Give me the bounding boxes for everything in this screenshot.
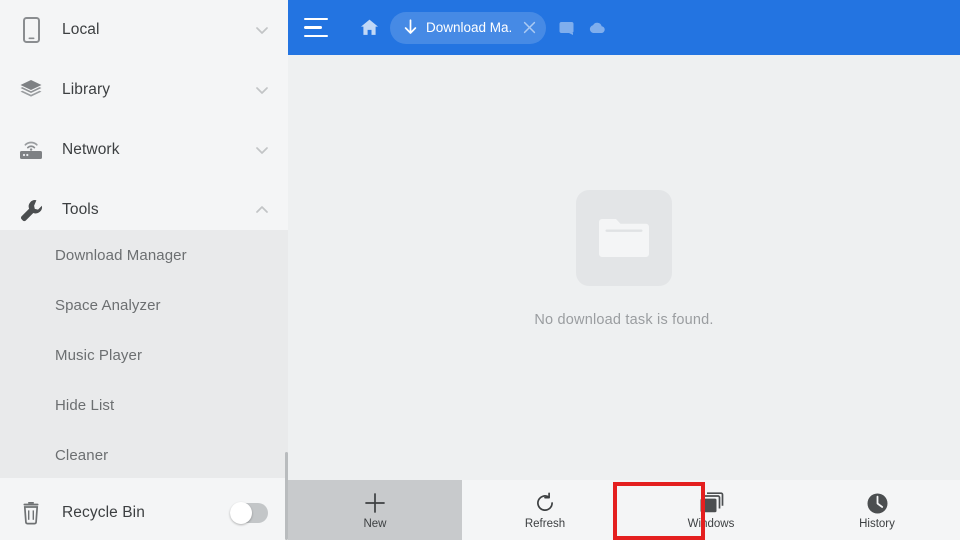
sidebar-item-network[interactable]: Network — [0, 120, 288, 180]
clock-icon — [866, 491, 889, 516]
tab-download-manager[interactable]: Download Ma... — [390, 11, 546, 44]
app-root: Local Library Network Tools Download Man… — [0, 0, 960, 540]
windows-button-label: Windows — [687, 517, 735, 530]
cloud-icon[interactable] — [586, 17, 608, 39]
submenu-item-download-manager[interactable]: Download Manager — [0, 230, 288, 280]
submenu-item-music-player[interactable]: Music Player — [0, 330, 288, 380]
submenu-item-hide-list[interactable]: Hide List — [0, 380, 288, 430]
recycle-bin-toggle[interactable] — [230, 502, 268, 524]
submenu-item-label: Music Player — [55, 346, 143, 364]
hamburger-icon[interactable] — [302, 11, 336, 45]
trash-icon — [16, 498, 46, 528]
router-icon — [16, 135, 46, 165]
content-panel: No download task is found. — [288, 55, 960, 480]
submenu-item-label: Hide List — [55, 396, 115, 414]
window-icon[interactable] — [555, 17, 577, 39]
windows-icon — [699, 491, 724, 516]
refresh-button[interactable]: Refresh — [462, 480, 628, 540]
sidebar-item-label: Library — [62, 81, 111, 98]
close-icon[interactable] — [518, 17, 540, 39]
wrench-icon — [16, 195, 46, 225]
sidebar-item-label: Tools — [62, 201, 99, 218]
folder-icon — [576, 189, 672, 286]
toggle-knob — [230, 502, 252, 524]
new-button-label: New — [363, 517, 387, 530]
plus-icon — [364, 491, 386, 516]
windows-button[interactable]: Windows — [628, 480, 794, 540]
sidebar-item-label: Recycle Bin — [62, 504, 145, 521]
sidebar-item-label: Local — [62, 21, 100, 38]
layers-icon — [16, 75, 46, 105]
tools-submenu: Download Manager Space Analyzer Music Pl… — [0, 230, 288, 478]
refresh-icon — [534, 491, 556, 516]
home-icon[interactable] — [356, 15, 382, 41]
refresh-button-label: Refresh — [524, 517, 566, 530]
new-button[interactable]: New — [288, 480, 462, 540]
submenu-item-space-analyzer[interactable]: Space Analyzer — [0, 280, 288, 330]
chevron-down-icon[interactable] — [254, 82, 270, 98]
sidebar-item-library[interactable]: Library — [0, 60, 288, 120]
sidebar-item-local[interactable]: Local — [0, 0, 288, 60]
bottom-toolbar: New Refresh Windows History — [288, 480, 960, 540]
history-button-label: History — [859, 517, 895, 530]
chevron-down-icon[interactable] — [254, 22, 270, 38]
download-arrow-icon — [403, 18, 419, 37]
phone-icon — [16, 15, 46, 45]
submenu-item-label: Download Manager — [55, 246, 187, 264]
submenu-item-label: Cleaner — [55, 446, 109, 464]
sidebar-item-recycle-bin[interactable]: Recycle Bin — [0, 486, 288, 540]
submenu-item-label: Space Analyzer — [55, 296, 161, 314]
main-area: Download Ma... No download task is found… — [288, 0, 960, 540]
sidebar-item-label: Network — [62, 141, 120, 158]
submenu-item-cleaner[interactable]: Cleaner — [0, 430, 288, 480]
chevron-up-icon[interactable] — [254, 202, 270, 218]
app-header: Download Ma... — [288, 0, 960, 55]
empty-state-message: No download task is found. — [534, 311, 714, 328]
chevron-down-icon[interactable] — [254, 142, 270, 158]
tab-title: Download Ma... — [426, 20, 513, 35]
history-button[interactable]: History — [794, 480, 960, 540]
sidebar: Local Library Network Tools Download Man… — [0, 0, 288, 540]
